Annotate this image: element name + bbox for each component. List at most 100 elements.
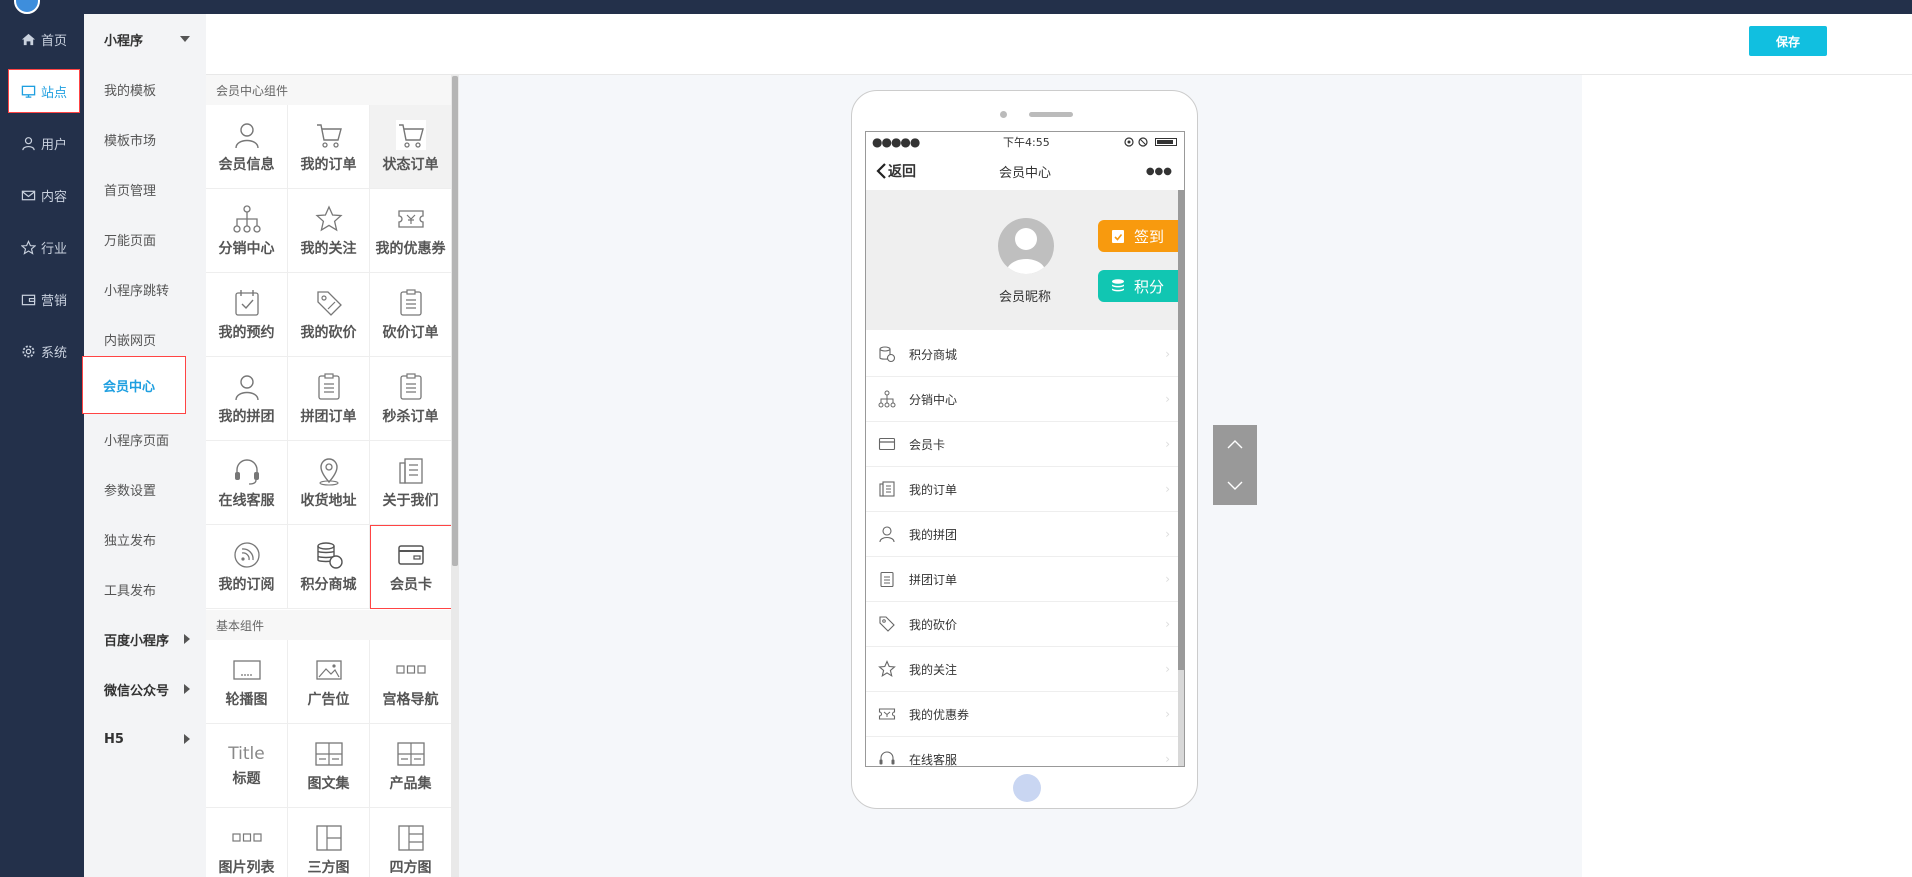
section-title-basic: 基本组件 [206,610,452,640]
component-my-group[interactable]: 我的拼团 [206,357,288,441]
back-label: 返回 [888,164,916,180]
sub-nav-mini-jump[interactable]: 小程序跳转 [84,264,206,314]
default-avatar-icon [1006,228,1046,274]
menu-item-group-orders[interactable]: 拼团订单 › [866,557,1178,602]
points-button[interactable]: 积分 [1098,270,1182,302]
main-nav-industry[interactable]: 行业 [8,225,80,269]
menu-item-my-orders[interactable]: 我的订单 › [866,467,1178,512]
sub-nav-label: 百度小程序 [104,633,170,649]
menu-item-my-bargain[interactable]: 我的砍价 › [866,602,1178,647]
network-icon [878,390,896,408]
sub-nav-h5[interactable]: H5 [84,714,206,764]
main-nav-system[interactable]: 系统 [8,329,80,373]
sub-nav-label: 我的模板 [104,83,157,99]
sub-nav-my-templates[interactable]: 我的模板 [84,64,206,114]
component-label: 标题 [232,770,261,787]
user-icon [22,136,35,150]
component-member-card[interactable]: 会员卡 [370,525,452,609]
sub-nav-template-market[interactable]: 模板市场 [84,114,206,164]
move-up-button[interactable] [1213,425,1257,465]
main-nav-label: 站点 [40,85,67,101]
main-nav-home[interactable]: 首页 [8,17,80,61]
menu-item-my-group[interactable]: 我的拼团 › [866,512,1178,557]
menu-item-online-service[interactable]: 在线客服 › [866,737,1178,766]
sub-nav-home-manage[interactable]: 首页管理 [84,164,206,214]
sub-nav-wechat[interactable]: 微信公众号 [84,664,206,714]
sub-nav-baidu[interactable]: 百度小程序 [84,614,206,664]
sub-nav-tool-publish[interactable]: 工具发布 [84,564,206,614]
sub-nav-label: 万能页面 [104,233,157,249]
component-label: 分销中心 [218,240,275,257]
component-my-coupons[interactable]: 我的优惠券 [370,189,452,273]
menu-item-member-card[interactable]: 会员卡 › [866,422,1178,467]
component-my-bargain[interactable]: 我的砍价 [288,273,370,357]
component-status-orders[interactable]: 状态订单 [370,105,452,189]
component-my-booking[interactable]: 我的预约 [206,273,288,357]
article-grid-icon [314,741,343,766]
gear-icon [22,345,35,357]
component-about-us[interactable]: 关于我们 [370,441,452,525]
chevron-right-icon: › [1165,572,1170,586]
panel-scrollbar-thumb[interactable] [452,76,458,566]
clipboard-icon [399,372,422,400]
component-label: 砍价订单 [382,324,439,341]
component-shipping-address[interactable]: 收货地址 [288,441,370,525]
component-online-service[interactable]: 在线客服 [206,441,288,525]
component-my-orders[interactable]: 我的订单 [288,105,370,189]
save-button[interactable]: 保存 [1749,26,1827,56]
move-down-button[interactable] [1213,465,1257,505]
menu-item-my-coupons[interactable]: 我的优惠券 › [866,692,1178,737]
member-menu: 积分商城 › 分销中心 › 会员卡 › 我的订单 › 我的拼团 › 拼团订单 › [866,332,1178,766]
status-icons [1124,137,1148,147]
main-nav-marketing[interactable]: 营销 [8,277,80,321]
component-four-image[interactable]: 四方图 [370,808,452,877]
chevron-right-icon: › [1165,707,1170,721]
main-nav-user[interactable]: 用户 [8,121,80,165]
component-label: 我的预约 [218,324,275,341]
sub-nav-label: 模板市场 [104,133,157,149]
more-icon[interactable]: ●●● [1146,166,1172,177]
chevron-right-icon: › [1165,752,1170,766]
menu-item-distribution[interactable]: 分销中心 › [866,377,1178,422]
component-article-set[interactable]: 图文集 [288,724,370,808]
main-nav-content[interactable]: 内容 [8,173,80,217]
component-title[interactable]: Title 标题 [206,724,288,808]
component-distribution[interactable]: 分销中心 [206,189,288,273]
main-nav-site[interactable]: 站点 [8,69,80,113]
menu-item-points-mall[interactable]: 积分商城 › [866,332,1178,377]
component-label: 秒杀订单 [382,408,439,425]
monitor-icon [21,85,36,98]
component-group-orders[interactable]: 拼团订单 [288,357,370,441]
component-product-set[interactable]: 产品集 [370,724,452,808]
avatar[interactable] [998,218,1054,274]
component-member-info[interactable]: 会员信息 [206,105,288,189]
sub-nav-independent-publish[interactable]: 独立发布 [84,514,206,564]
sub-nav-params[interactable]: 参数设置 [84,464,206,514]
component-three-image[interactable]: 三方图 [288,808,370,877]
sub-nav-mini-pages[interactable]: 小程序页面 [84,414,206,464]
component-grid-nav[interactable]: 宫格导航 [370,640,452,724]
sub-nav-mini-program[interactable]: 小程序 [84,14,206,64]
card-icon [878,437,896,451]
component-ad-slot[interactable]: 广告位 [288,640,370,724]
sub-nav-universal-page[interactable]: 万能页面 [84,214,206,264]
status-time: 下午4:55 [1003,136,1050,149]
phone-home-button[interactable] [1013,774,1041,802]
component-bargain-orders[interactable]: 砍价订单 [370,273,452,357]
component-image-list[interactable]: 图片列表 [206,808,288,877]
mail-icon [21,190,36,200]
component-carousel[interactable]: 轮播图 [206,640,288,724]
component-my-follow[interactable]: 我的关注 [288,189,370,273]
sub-nav-label: 独立发布 [104,533,157,549]
back-button[interactable]: 返回 [876,161,916,181]
sign-in-button[interactable]: 签到 [1098,220,1182,252]
component-flash-orders[interactable]: 秒杀订单 [370,357,452,441]
component-my-subscription[interactable]: 我的订阅 [206,525,288,609]
component-points-mall[interactable]: 积分商城 [288,525,370,609]
phone-scrollbar[interactable] [1178,190,1184,766]
four-grid-icon [397,824,424,851]
phone-scrollbar-thumb[interactable] [1178,190,1184,670]
menu-item-my-follow[interactable]: 我的关注 › [866,647,1178,692]
sub-nav-member-center[interactable]: 会员中心 [82,356,186,414]
location-icon [318,457,339,486]
